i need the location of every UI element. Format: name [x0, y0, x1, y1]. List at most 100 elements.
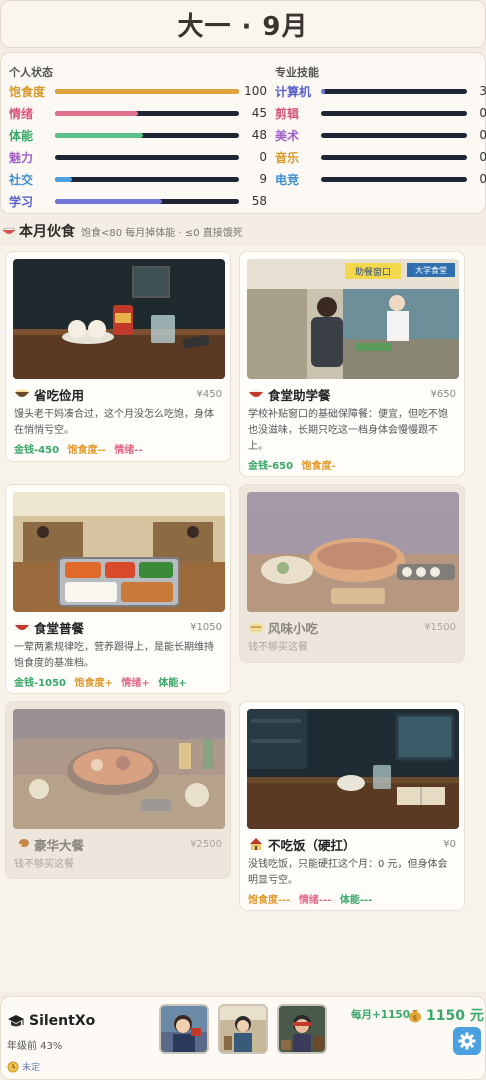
stat-bar-fill [55, 88, 239, 94]
stat-bar-fill [55, 198, 162, 204]
header-bar: 大一 · 9月 [0, 0, 486, 48]
skill-label: 美术 [275, 128, 300, 143]
meal-price: ¥2500 [190, 838, 222, 850]
skill-value: 0 [479, 150, 486, 164]
effect-fullness: 饱食度- [301, 461, 336, 472]
skill-bar [321, 154, 467, 160]
stat-row-charm: 魅力 0 [9, 146, 267, 168]
skill-label: 电竞 [275, 172, 300, 187]
meal-name: 不吃饭（硬扛） [268, 837, 356, 853]
meal-card-frugal[interactable]: 省吃俭用 ¥450 馒头老干妈凑合过，这个月没怎么吃饱，身体在悄悄亏空。 金钱-… [5, 251, 231, 462]
meal-price: ¥0 [443, 838, 456, 850]
meal-effects: 金钱-1050 饱食度+ 情绪+ 体能+ [14, 674, 226, 689]
skip-meal-illustration [247, 709, 459, 829]
stat-bar [55, 110, 239, 116]
effect-mood: 情绪--- [298, 895, 332, 906]
meal-card-luxury: 豪华大餐 ¥2500 钱不够买这餐 [5, 701, 231, 879]
meal-card-snack: 风味小吃 ¥1500 钱不够买这餐 [239, 484, 465, 663]
effect-fullness: 饱食度+ [74, 678, 113, 689]
meals-section-header: 本月伙食 饱食<80 每月掉体能 · ≤0 直接饿死 [0, 218, 486, 244]
stat-value: 9 [259, 172, 267, 186]
skill-bar [321, 132, 467, 138]
meal-card-skip[interactable]: 不吃饭（硬扛） ¥0 没钱吃饭，只能硬扛这个月：0 元，但身体会明显亏空。 饱食… [239, 701, 465, 911]
player-row: SilentXo [7, 1013, 95, 1029]
page-title: 大一 · 9月 [177, 11, 309, 42]
skill-bar [321, 176, 467, 182]
rice-bowl-icon [15, 622, 29, 630]
meal-title-row: 风味小吃 ¥1500 [248, 618, 456, 636]
stat-value: 48 [251, 128, 267, 142]
stat-label: 体能 [9, 128, 34, 143]
stat-bar-fill [55, 176, 72, 182]
stat-bar-fill [55, 132, 144, 138]
clock-icon [7, 1061, 19, 1072]
personal-status-heading: 个人状态 [9, 66, 53, 79]
sign-window-text: 助餐窗口 [355, 266, 391, 278]
player-footer: SilentXo 年级前 43% 未定 每月+1150 $ 1150 元 [0, 996, 486, 1080]
stat-bar-fill [55, 110, 138, 116]
rank-text: 年级前 43% [7, 1041, 63, 1052]
meal-effects: 饱食度--- 情绪--- 体能--- [248, 891, 460, 906]
stat-bar [55, 154, 239, 160]
status-panel: 个人状态 专业技能 饱食度 100 情绪 45 体能 48 魅力 0 社交 9 [0, 52, 486, 214]
skill-value: 0 [479, 106, 486, 120]
effect-stamina: 体能--- [339, 895, 373, 906]
money-display: $ 1150 元 [407, 1005, 484, 1025]
stat-row-social: 社交 9 [9, 168, 267, 190]
character-portrait-1[interactable] [159, 1004, 209, 1054]
stat-bar [55, 88, 239, 94]
meal-card-regular[interactable]: 食堂普餐 ¥1050 一荤两素规律吃，营养跟得上，是能长期维持饱食度的基准档。 … [5, 484, 231, 694]
luxury-meal-illustration [13, 709, 225, 829]
meal-title-row: 食堂普餐 ¥1050 [14, 618, 222, 636]
meal-name: 省吃俭用 [34, 387, 85, 403]
undecided-status[interactable]: 未定 [7, 1060, 40, 1073]
money-amount: 1150 元 [426, 1008, 484, 1024]
stat-label: 学习 [9, 194, 34, 209]
stat-bar [55, 176, 239, 182]
stat-row-fullness: 饱食度 100 [9, 80, 267, 102]
regular-meal-illustration [13, 492, 225, 612]
insufficient-funds-text: 钱不够买这餐 [248, 642, 308, 653]
character-portrait-3[interactable] [277, 1004, 327, 1054]
meal-card-subsidized[interactable]: 助餐窗口 大学食堂 食堂助学餐 ¥650 学校补贴窗口的基础保障餐：便宜，但吃不… [239, 251, 465, 477]
character-portrait-2[interactable] [218, 1004, 268, 1054]
stat-row-study: 学习 58 [9, 190, 267, 212]
snack-meal-illustration [247, 492, 459, 612]
bowl-icon [15, 389, 29, 397]
skill-row-esports: 电竞 0 [275, 168, 486, 190]
gear-icon [458, 1032, 476, 1050]
meal-price: ¥1500 [424, 621, 456, 633]
stat-label: 情绪 [9, 106, 34, 121]
skill-row-art: 美术 0 [275, 124, 486, 146]
stat-bar [55, 132, 239, 138]
meal-description: 学校补贴窗口的基础保障餐：便宜，但吃不饱也没滋味，长期只吃这一档身体会慢慢跟不上… [248, 409, 448, 452]
player-name: SilentXo [29, 1013, 96, 1029]
stat-label: 魅力 [9, 150, 34, 165]
skill-label: 音乐 [275, 150, 300, 165]
meal-title-row: 省吃俭用 ¥450 [14, 385, 222, 403]
meal-effects: 金钱-650 饱食度- [248, 457, 460, 472]
effect-money: 金钱-450 [14, 445, 60, 456]
meal-name: 食堂助学餐 [268, 387, 331, 403]
skill-row-music: 音乐 0 [275, 146, 486, 168]
drumstick-icon [15, 839, 29, 849]
meal-description: 馒头老干妈凑合过，这个月没怎么吃饱，身体在悄悄亏空。 [14, 409, 214, 436]
skill-bar [321, 110, 467, 116]
effect-fullness: 饱食度--- [248, 895, 291, 906]
meal-title-row: 豪华大餐 ¥2500 [14, 835, 222, 853]
skill-row-editing: 剪辑 0 [275, 102, 486, 124]
graduation-cap-icon [8, 1015, 24, 1027]
meal-effects: 金钱-450 饱食度-- 情绪-- [14, 441, 226, 456]
skill-label: 剪辑 [275, 106, 300, 121]
meal-description: 一荤两素规律吃，营养跟得上，是能长期维持饱食度的基准档。 [14, 642, 214, 669]
effect-mood: 情绪-- [114, 445, 143, 456]
undecided-label: 未定 [22, 1063, 41, 1073]
snack-icon [249, 623, 263, 633]
stat-value: 100 [244, 84, 267, 98]
skill-value: 0 [479, 128, 486, 142]
meal-description: 没钱吃饭，只能硬扛这个月：0 元，但身体会明显亏空。 [248, 859, 448, 886]
effect-stamina: 体能+ [158, 678, 187, 689]
meal-title-row: 不吃饭（硬扛） ¥0 [248, 835, 456, 853]
skill-bar-fill [321, 88, 326, 94]
settings-button[interactable] [453, 1027, 481, 1055]
